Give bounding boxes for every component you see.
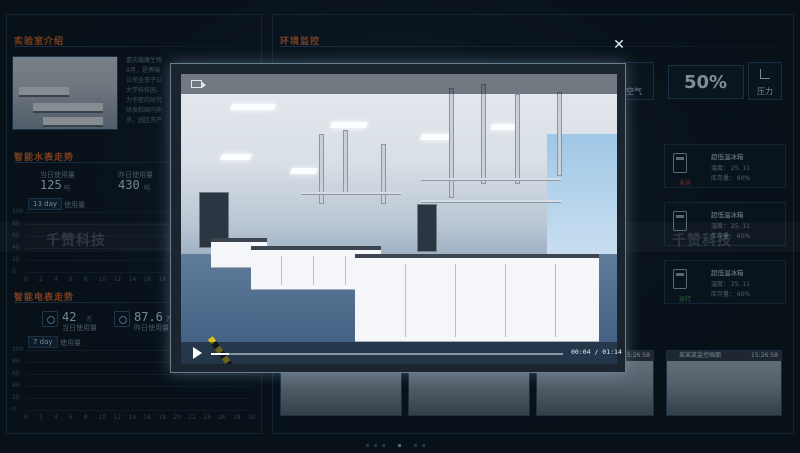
play-button[interactable] <box>193 347 202 359</box>
progress-fill <box>211 353 229 355</box>
progress-bar[interactable] <box>211 353 563 355</box>
video-player-modal: 00:04 / 01:14 <box>170 63 626 373</box>
time-display: 00:04 / 01:14 <box>571 348 622 356</box>
close-icon[interactable]: ✕ <box>612 38 626 52</box>
video-frame[interactable] <box>181 74 617 364</box>
camera-icon <box>191 80 206 88</box>
player-top-bar <box>181 74 617 94</box>
